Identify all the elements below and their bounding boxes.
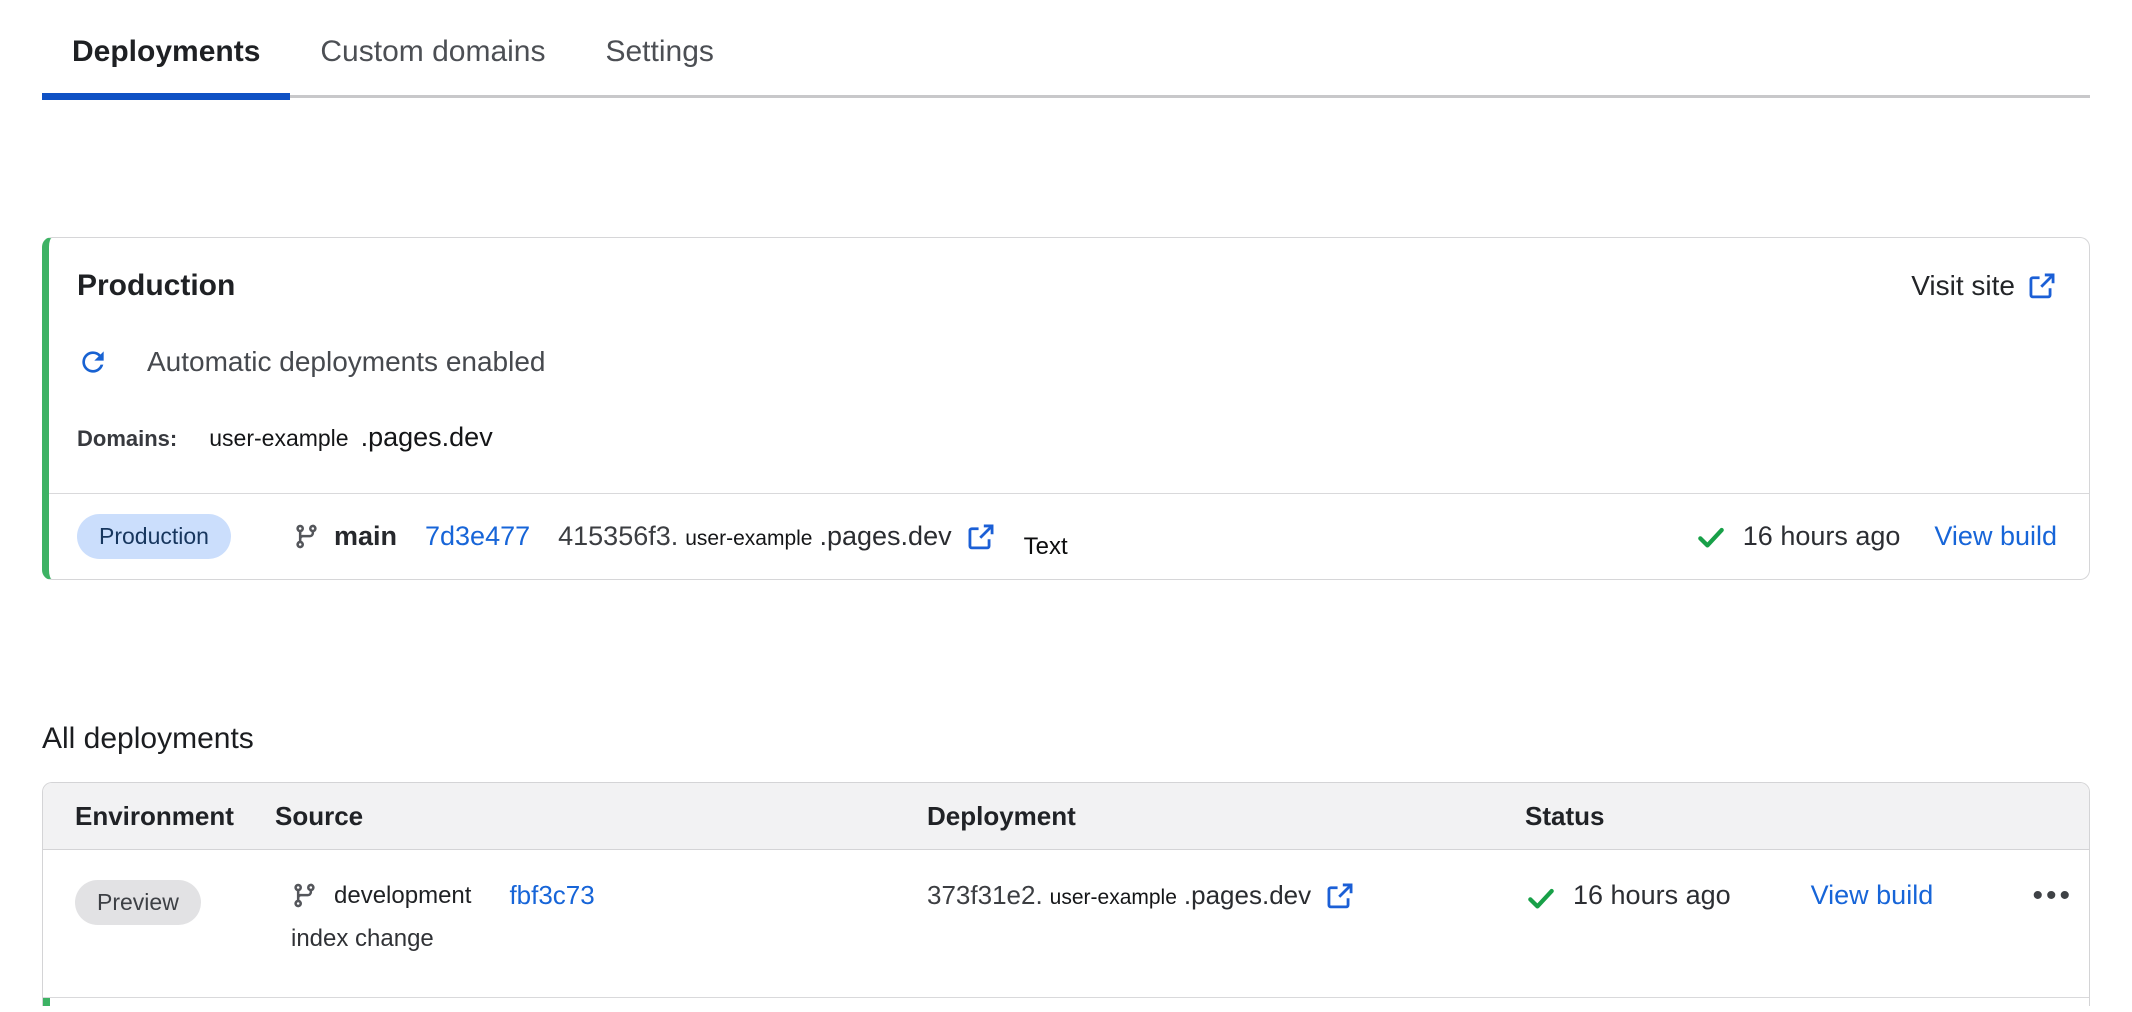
deployments-table: Environment Source Deployment Status Pre… <box>42 782 2090 1006</box>
view-build-link[interactable]: View build <box>1811 880 1934 911</box>
branch-name: development <box>334 882 471 910</box>
commit-link[interactable]: 7d3e477 <box>425 521 530 552</box>
production-title: Production <box>77 268 235 304</box>
deployment-note: Text <box>1024 533 1068 561</box>
production-deployment-row: Production main 7d3e477 415356f3. user-e… <box>49 493 2089 579</box>
external-link-icon[interactable] <box>1325 881 1355 911</box>
branch-name: main <box>334 521 397 552</box>
commit-link[interactable]: fbf3c73 <box>509 880 594 911</box>
deployment-url: 415356f3. user-example .pages.dev <box>558 521 951 552</box>
table-header: Environment Source Deployment Status <box>43 783 2089 850</box>
tab-settings[interactable]: Settings <box>575 25 743 95</box>
table-row: Preview development fbf3c73 index change… <box>43 850 2089 998</box>
git-branch-icon <box>291 882 318 909</box>
domains-label: Domains: <box>77 426 177 452</box>
production-card: Production Visit site Automatic deployme… <box>42 237 2090 580</box>
deployment-time: 16 hours ago <box>1743 521 1901 552</box>
external-link-icon[interactable] <box>966 522 996 552</box>
environment-badge: Preview <box>75 880 201 925</box>
external-link-icon <box>2027 271 2057 301</box>
environment-cell: Preview <box>75 850 275 997</box>
row-menu-icon[interactable]: ••• <box>2032 880 2073 912</box>
commit-message: index change <box>291 925 927 953</box>
visit-site-label: Visit site <box>1911 270 2015 302</box>
deployment-cell: 373f31e2. user-example .pages.dev <box>927 850 1525 997</box>
git-branch-icon <box>293 523 320 550</box>
environment-badge: Production <box>77 514 231 559</box>
next-row-peek <box>43 998 2089 1006</box>
auto-deployments-text: Automatic deployments enabled <box>147 346 545 378</box>
deployment-url-prefix: 373f31e2. <box>927 880 1043 911</box>
refresh-icon <box>77 346 109 378</box>
deployment-url-suffix: .pages.dev <box>819 521 951 552</box>
production-card-header: Production Visit site <box>49 238 2089 304</box>
tab-bar: Deployments Custom domains Settings <box>42 0 2090 98</box>
column-environment: Environment <box>75 801 275 832</box>
visit-site-link[interactable]: Visit site <box>1911 270 2057 302</box>
tab-custom-domains[interactable]: Custom domains <box>290 25 575 95</box>
domains-row: Domains: user-example .pages.dev <box>49 378 2089 493</box>
source-cell: development fbf3c73 index change <box>275 850 927 997</box>
column-deployment: Deployment <box>927 801 1525 832</box>
column-source: Source <box>275 801 927 832</box>
deployment-url: 373f31e2. user-example .pages.dev <box>927 880 1355 911</box>
domain-suffix: .pages.dev <box>361 422 493 453</box>
domain-name: user-example <box>209 425 348 452</box>
auto-deployments-row: Automatic deployments enabled <box>49 304 2089 378</box>
deployment-url-name: user-example <box>685 527 812 551</box>
deployment-url-suffix: .pages.dev <box>1184 880 1311 911</box>
column-status: Status <box>1525 801 2089 832</box>
status-cell: 16 hours ago View build ••• <box>1525 850 2089 997</box>
deployment-time: 16 hours ago <box>1573 880 1731 911</box>
view-build-link[interactable]: View build <box>1934 521 2057 552</box>
tab-deployments[interactable]: Deployments <box>42 25 290 95</box>
success-check-icon <box>1695 521 1727 553</box>
success-check-icon <box>1525 882 1557 914</box>
all-deployments-title: All deployments <box>42 722 2132 756</box>
deployment-url-name: user-example <box>1050 886 1177 910</box>
deployment-url-prefix: 415356f3. <box>558 521 678 552</box>
